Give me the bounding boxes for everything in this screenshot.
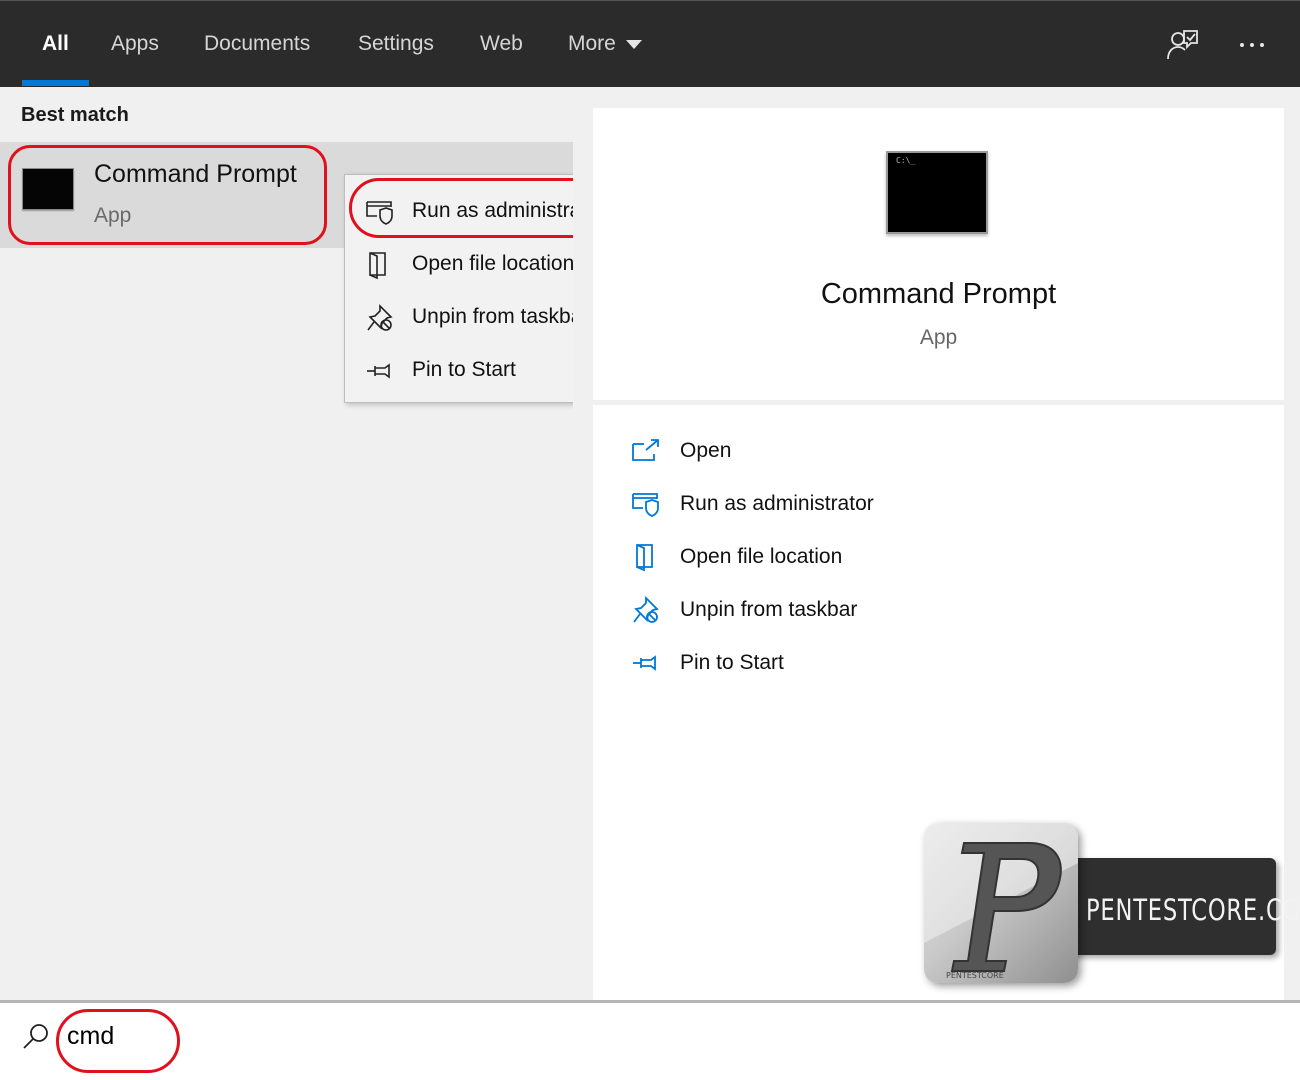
context-item-label: Unpin from taskbar xyxy=(412,305,590,328)
logo-letter-p xyxy=(924,823,1078,972)
pin-icon xyxy=(367,363,390,379)
tab-more[interactable]: More xyxy=(568,1,642,88)
action-label: Open xyxy=(680,439,732,462)
folder-open-icon xyxy=(369,252,386,280)
search-bar xyxy=(0,1000,1300,1080)
folder-open-icon xyxy=(636,544,653,572)
pin-icon xyxy=(633,655,656,671)
watermark-logo: PENTESTCORE xyxy=(924,823,1078,983)
context-item-label: Pin to Start xyxy=(412,358,516,381)
result-subtitle: App xyxy=(94,204,132,227)
unpin-icon xyxy=(367,304,393,331)
tab-settings[interactable]: Settings xyxy=(358,1,434,88)
open-window-icon xyxy=(632,439,659,461)
tab-documents[interactable]: Documents xyxy=(204,1,310,88)
search-filter-bar: All Apps Documents Settings Web More xyxy=(0,0,1300,87)
chevron-down-icon xyxy=(625,39,642,49)
watermark-text: PENTESTCORE.COM xyxy=(1086,893,1300,927)
action-label: Open file location xyxy=(680,545,843,568)
tab-more-label: More xyxy=(568,32,616,55)
action-label: Unpin from taskbar xyxy=(680,598,858,621)
action-pin-start[interactable]: Pin to Start xyxy=(630,644,1030,684)
tab-web[interactable]: Web xyxy=(480,1,523,88)
action-unpin-taskbar[interactable]: Unpin from taskbar xyxy=(630,591,1030,631)
action-open-file-location[interactable]: Open file location xyxy=(630,538,1030,578)
preview-title: Command Prompt xyxy=(820,278,1057,310)
command-prompt-icon xyxy=(22,168,74,210)
action-run-as-admin[interactable]: Run as administrator xyxy=(630,485,1030,525)
section-title: Best match xyxy=(21,104,129,126)
context-item-label: Open file location xyxy=(412,252,575,275)
action-label: Run as administrator xyxy=(680,492,874,515)
logo-caption: PENTESTCORE xyxy=(946,971,1004,980)
more-options-icon[interactable] xyxy=(1234,27,1270,63)
active-tab-indicator xyxy=(22,80,89,86)
feedback-icon[interactable] xyxy=(1164,27,1200,63)
tab-all[interactable]: All xyxy=(42,1,69,88)
tab-apps[interactable]: Apps xyxy=(111,1,159,88)
result-title: Command Prompt xyxy=(94,160,297,188)
preview-subtitle: App xyxy=(919,326,958,349)
shield-window-icon xyxy=(632,493,659,517)
shield-window-icon xyxy=(366,201,393,225)
console-prompt-text: C:\_ xyxy=(896,156,916,165)
search-input[interactable] xyxy=(67,1017,567,1055)
command-prompt-large-icon: C:\_ xyxy=(886,151,988,234)
unpin-icon xyxy=(633,595,659,623)
action-label: Pin to Start xyxy=(680,651,784,674)
search-icon xyxy=(23,1024,48,1049)
action-open[interactable]: Open xyxy=(630,432,1030,472)
